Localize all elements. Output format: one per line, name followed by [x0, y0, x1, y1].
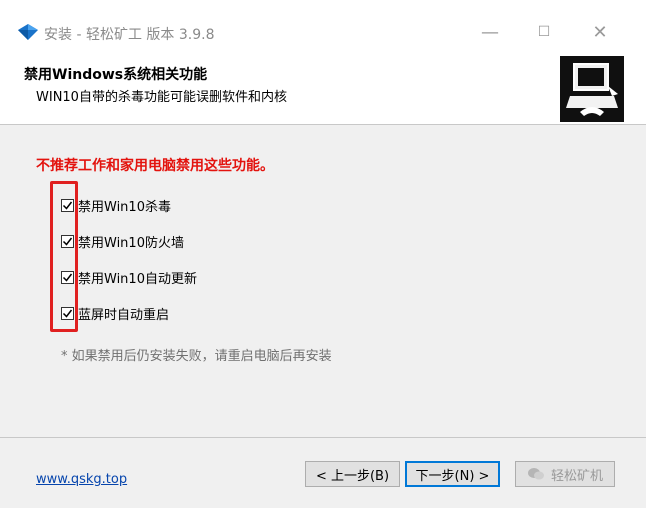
maximize-icon: ☐	[537, 24, 551, 40]
watermark-button[interactable]: 轻松矿机	[515, 461, 615, 487]
wechat-icon	[527, 468, 544, 480]
title-bar: 安装 - 轻松矿工 版本 3.9.8 — ☐ ✕	[0, 0, 646, 52]
maximize-button[interactable]: ☐	[524, 18, 564, 46]
minimize-button[interactable]: —	[470, 18, 510, 46]
options-panel: 不推荐工作和家用电脑禁用这些功能。 禁用Win10杀毒 禁用Win10防火墙 禁…	[0, 125, 646, 437]
minimize-icon: —	[481, 21, 499, 43]
option-label: 禁用Win10杀毒	[78, 199, 171, 215]
window-title: 安装 - 轻松矿工 版本 3.9.8	[44, 27, 215, 43]
option-disable-firewall[interactable]: 禁用Win10防火墙	[61, 231, 184, 251]
option-disable-auto-update[interactable]: 禁用Win10自动更新	[61, 267, 197, 287]
page-title: 禁用Windows系统相关功能	[24, 67, 208, 83]
warning-text: 不推荐工作和家用电脑禁用这些功能。	[36, 158, 274, 174]
install-note: * 如果禁用后仍安装失败，请重启电脑后再安装	[61, 349, 332, 364]
option-label: 禁用Win10自动更新	[78, 271, 197, 287]
next-button[interactable]: 下一步(N) >	[405, 461, 500, 487]
back-button[interactable]: < 上一步(B)	[305, 461, 400, 487]
installer-computer-icon	[560, 56, 624, 122]
website-link[interactable]: www.qskg.top	[36, 472, 127, 487]
page-header: 禁用Windows系统相关功能 WIN10自带的杀毒功能可能误删软件和内核	[0, 52, 646, 124]
close-icon: ✕	[592, 21, 608, 43]
watermark-label: 轻松矿机	[550, 468, 603, 484]
diamond-app-icon	[18, 24, 38, 40]
page-subtitle: WIN10自带的杀毒功能可能误删软件和内核	[36, 90, 287, 105]
checkbox-highlight-annotation	[50, 181, 78, 332]
footer: www.qskg.top < 上一步(B) 下一步(N) > 轻松矿机	[0, 438, 646, 508]
option-label: 蓝屏时自动重启	[78, 307, 170, 323]
close-button[interactable]: ✕	[580, 18, 620, 46]
option-label: 禁用Win10防火墙	[78, 235, 184, 251]
